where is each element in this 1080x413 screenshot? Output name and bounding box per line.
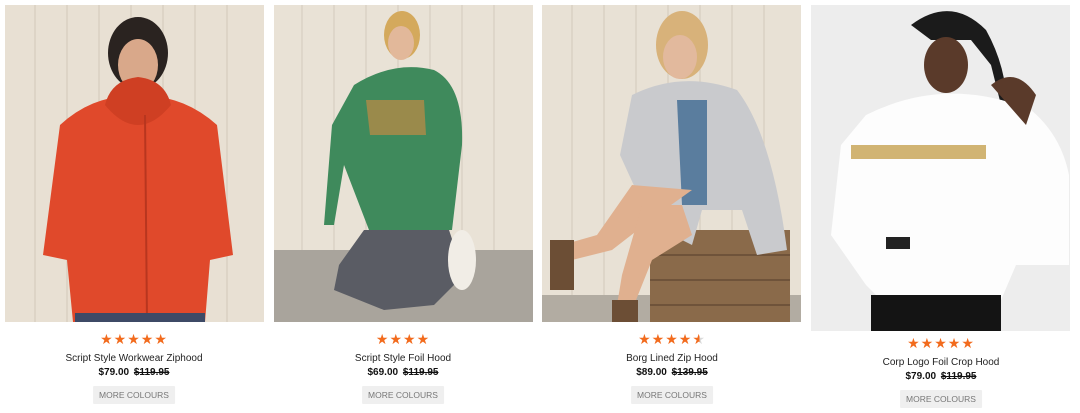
- product-title[interactable]: Corp Logo Foil Crop Hood: [807, 357, 1075, 369]
- rating-stars: ★★★★★: [269, 332, 537, 346]
- star-icon: ★: [947, 335, 962, 351]
- original-price: $119.95: [940, 371, 977, 382]
- more-colours-button[interactable]: MORE COLOURS: [362, 386, 444, 404]
- product-price: $89.00 $139.95: [538, 367, 806, 379]
- product-card[interactable]: ★★★★★ Corp Logo Foil Crop Hood $79.00 $1…: [807, 0, 1075, 413]
- star-icon: ★: [154, 331, 168, 347]
- star-icon: ★: [651, 331, 666, 347]
- star-icon: ★: [140, 331, 155, 347]
- sale-price: $79.00: [98, 367, 130, 378]
- product-price: $79.00 $119.95: [0, 367, 268, 379]
- star-icon: ★: [100, 331, 114, 347]
- product-image[interactable]: [274, 5, 533, 322]
- star-icon: ★: [934, 335, 948, 351]
- product-image[interactable]: [811, 5, 1070, 331]
- star-icon: ★: [375, 331, 390, 347]
- product-image[interactable]: [542, 5, 801, 322]
- more-colours-button[interactable]: MORE COLOURS: [93, 386, 175, 404]
- star-icon: ★: [403, 331, 417, 347]
- original-price: $139.95: [671, 367, 708, 378]
- star-icon: ★: [920, 335, 935, 351]
- more-colours-button[interactable]: MORE COLOURS: [631, 386, 713, 404]
- more-colours-button[interactable]: MORE COLOURS: [900, 390, 982, 408]
- original-price: $119.95: [133, 367, 170, 378]
- star-icon: ★: [692, 331, 706, 347]
- product-price: $69.00 $119.95: [269, 367, 537, 379]
- sale-price: $89.00: [636, 367, 667, 378]
- star-icon: ★: [961, 335, 975, 351]
- product-card[interactable]: ★★★★★ Script Style Workwear Ziphood $79.…: [0, 0, 268, 413]
- product-card[interactable]: ★★★★★ Script Style Foil Hood $69.00 $119…: [269, 0, 537, 413]
- star-icon: ★: [416, 331, 431, 347]
- star-icon: ★: [389, 331, 403, 347]
- rating-stars: ★★★★★: [538, 332, 806, 346]
- product-card[interactable]: ★★★★★ Borg Lined Zip Hood $89.00 $139.95…: [538, 0, 806, 413]
- product-image[interactable]: [5, 5, 264, 322]
- star-icon: ★: [907, 335, 921, 351]
- original-price: $119.95: [402, 367, 439, 378]
- star-icon: ★: [678, 331, 693, 347]
- star-icon: ★: [638, 331, 652, 347]
- product-title[interactable]: Script Style Foil Hood: [269, 353, 537, 365]
- sale-price: $69.00: [367, 367, 399, 378]
- product-title[interactable]: Borg Lined Zip Hood: [538, 353, 806, 365]
- rating-stars: ★★★★★: [0, 332, 268, 346]
- star-icon: ★: [127, 331, 141, 347]
- product-price: $79.00 $119.95: [807, 371, 1075, 383]
- rating-stars: ★★★★★: [807, 336, 1075, 350]
- star-icon: ★: [665, 331, 679, 347]
- star-icon: ★: [113, 331, 128, 347]
- product-title[interactable]: Script Style Workwear Ziphood: [0, 353, 268, 365]
- sale-price: $79.00: [905, 371, 937, 382]
- product-grid: ★★★★★ Script Style Workwear Ziphood $79.…: [0, 0, 1080, 413]
